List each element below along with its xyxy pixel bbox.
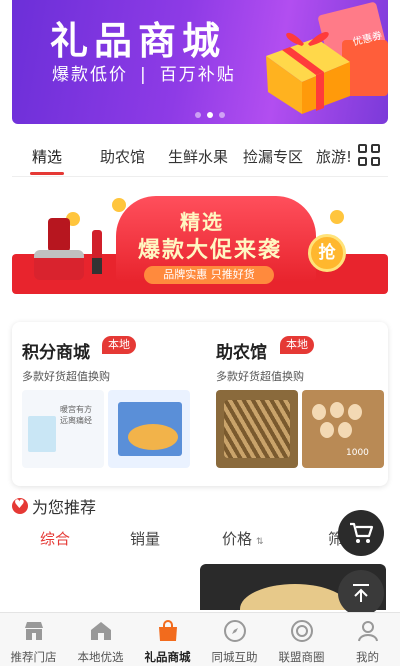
product-image-text: 暖宫有方 远离痛经 (60, 405, 92, 425)
grab-button[interactable]: 抢 (308, 234, 346, 272)
nav-item-stores[interactable]: 推荐门店 (0, 613, 67, 666)
nav-item-profile[interactable]: 我的 (334, 613, 400, 666)
egg-graphic (320, 422, 334, 438)
hero-subtitle: 爆款低价 | 百万补贴 (52, 60, 236, 85)
product-image[interactable] (216, 390, 298, 468)
heart-icon (12, 497, 28, 514)
egg-graphic (348, 404, 362, 420)
nav-item-local[interactable]: 本地优选 (67, 613, 134, 666)
feature-cards: 积分商城 本地 多款好货超值换购 暖宫有方 远离痛经 助农馆 本地 多款好货超值… (12, 322, 388, 486)
carousel-dot[interactable] (219, 112, 225, 118)
snack-graphic (128, 424, 178, 450)
sort-tab-sales[interactable]: 销量 (130, 528, 160, 549)
cart-button[interactable] (338, 510, 384, 556)
user-icon (358, 621, 378, 642)
card-desc: 多款好货超值换购 (216, 370, 304, 383)
promo-pill: 品牌实惠 只推好货 (144, 266, 274, 284)
tab-fresh-fruit[interactable]: 生鲜水果 (168, 146, 228, 167)
home-icon (91, 622, 111, 640)
store-icon (25, 622, 43, 640)
cosmetic-bottle-icon (48, 218, 70, 252)
nav-label: 礼品商城 (144, 650, 191, 664)
promo-banner[interactable]: 精选 爆款大促来袭 品牌实惠 只推好货 抢 (12, 192, 388, 302)
compass-icon (224, 620, 246, 642)
promo-line1: 精选 (180, 210, 224, 234)
coin-icon (330, 210, 344, 224)
farm-aid-card[interactable]: 助农馆 本地 多款好货超值换购 1000 (200, 322, 388, 486)
lipstick-icon (92, 230, 102, 274)
nav-label: 联盟商圈 (278, 650, 325, 664)
circle-icon (291, 620, 313, 642)
points-mall-card[interactable]: 积分商城 本地 多款好货超值换购 暖宫有方 远离痛经 (12, 322, 200, 486)
shopping-bag-icon (159, 620, 177, 641)
dried-food-graphic (224, 400, 290, 458)
hero-subtitle-left: 爆款低价 (52, 65, 128, 85)
cosmetic-jar-icon (34, 250, 84, 280)
tab-farm-aid[interactable]: 助农馆 (100, 146, 145, 167)
nav-item-alliance[interactable]: 联盟商圈 (268, 613, 335, 666)
nav-item-city-help[interactable]: 同城互助 (201, 613, 268, 666)
product-image-text: 1000 (346, 448, 369, 458)
warmer-pack-graphic (28, 416, 56, 452)
carousel-dot-active[interactable] (207, 112, 213, 118)
hero-subtitle-right: 百万补贴 (159, 65, 236, 85)
promo-line2: 爆款大促来袭 (138, 238, 283, 263)
product-image[interactable]: 暖宫有方 远离痛经 (22, 390, 104, 468)
egg-graphic (312, 404, 326, 420)
tab-featured[interactable]: 精选 (32, 146, 62, 167)
local-badge: 本地 (280, 336, 314, 354)
hero-subtitle-separator: | (140, 65, 148, 85)
hero-banner[interactable]: 礼品商城 爆款低价 | 百万补贴 优惠券 (12, 0, 388, 124)
sort-tab-price-label: 价格 (222, 530, 253, 548)
nav-label: 我的 (356, 650, 379, 664)
product-thumbnail (240, 584, 350, 610)
grid-menu-icon[interactable] (358, 144, 382, 168)
egg-graphic (338, 422, 352, 438)
gift-box-icon (266, 31, 350, 114)
category-tabs: 精选 助农馆 生鲜水果 捡漏专区 旅游! (0, 136, 400, 176)
carousel-dot[interactable] (195, 112, 201, 118)
product-image[interactable]: 1000 (302, 390, 384, 468)
card-title: 助农馆 (216, 343, 267, 363)
card-desc: 多款好货超值换购 (22, 370, 110, 383)
local-badge: 本地 (102, 336, 136, 354)
tab-travel[interactable]: 旅游! (316, 146, 352, 167)
tabs-divider (12, 176, 388, 177)
card-title: 积分商城 (22, 343, 90, 363)
recommend-title: 为您推荐 (32, 498, 97, 517)
sort-arrows-icon: ⇅ (256, 537, 264, 547)
nav-label: 推荐门店 (10, 650, 57, 664)
egg-graphic (330, 402, 344, 418)
active-tab-indicator (30, 172, 64, 175)
hero-title: 礼品商城 (50, 19, 227, 63)
nav-label: 同城互助 (211, 650, 258, 664)
tab-bargain[interactable]: 捡漏专区 (243, 146, 303, 167)
arrow-up-icon (353, 584, 369, 602)
carousel-indicator (195, 112, 225, 118)
sort-tab-comprehensive[interactable]: 综合 (40, 528, 70, 549)
cart-icon (350, 522, 374, 543)
nav-label: 本地优选 (77, 650, 124, 664)
bottom-navigation: 推荐门店 本地优选 礼品商城 同城互助 联盟商圈 我的 (0, 612, 400, 666)
product-image[interactable] (108, 390, 190, 468)
back-to-top-button[interactable] (338, 570, 384, 616)
nav-item-gift-mall[interactable]: 礼品商城 (134, 613, 201, 666)
sort-tab-price[interactable]: 价格 ⇅ (222, 528, 264, 549)
